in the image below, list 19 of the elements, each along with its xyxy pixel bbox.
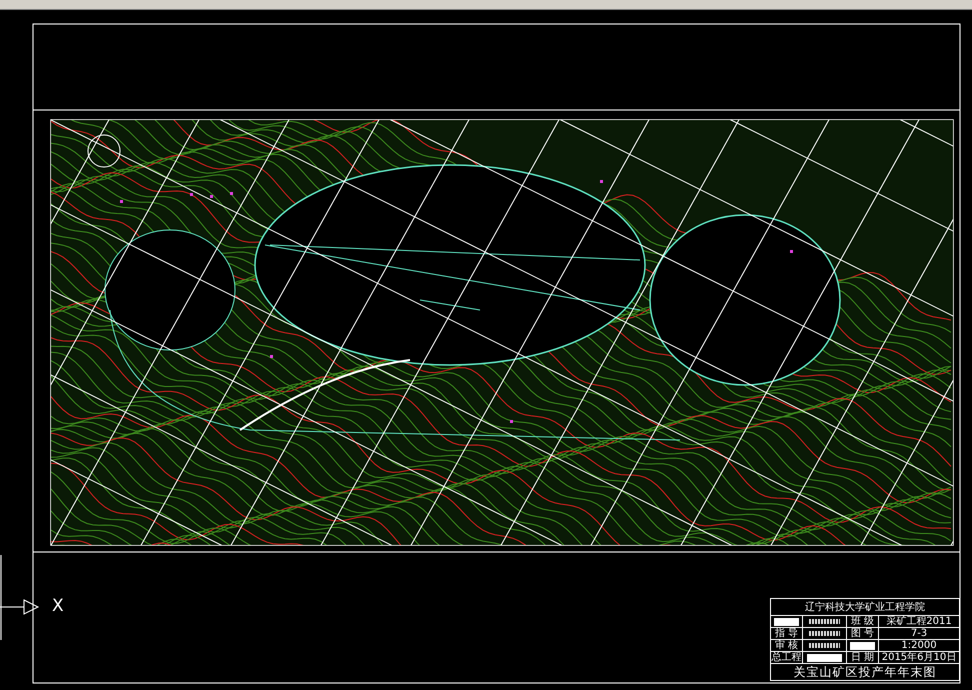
- table-cell: 审 核: [771, 640, 803, 652]
- drawing-title: 关宝山矿区投产年年末图: [792, 664, 938, 680]
- table-cell: 日 期: [847, 652, 879, 664]
- table-cell: 采矿工程2011: [879, 616, 959, 628]
- table-cell: 班 级: [847, 616, 879, 628]
- school-name: 辽宁科技大学矿业工程学院: [771, 599, 959, 616]
- table-cell: 2015年6月10日: [879, 652, 959, 664]
- redaction-block: [774, 618, 799, 626]
- illegible-text: [809, 631, 840, 636]
- table-cell: 总工程: [771, 652, 803, 664]
- illegible-text: [809, 619, 840, 624]
- table-cell: 指 导: [771, 628, 803, 640]
- table-cell: 图 号: [847, 628, 879, 640]
- illegible-text: [809, 643, 840, 648]
- axis-label: X: [52, 596, 64, 616]
- ucs-axis-icon: [0, 554, 40, 640]
- table-cell: 7-3: [879, 628, 959, 640]
- redaction-block: [850, 642, 875, 650]
- table-cell: 1:2000: [879, 640, 959, 652]
